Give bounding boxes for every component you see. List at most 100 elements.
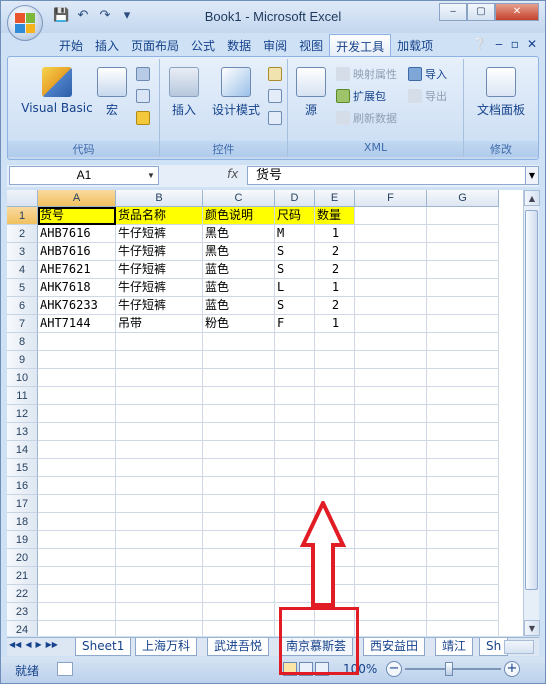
- cell[interactable]: [355, 531, 427, 549]
- cell[interactable]: [427, 477, 499, 495]
- cell[interactable]: [38, 423, 116, 441]
- cell[interactable]: 蓝色: [203, 279, 275, 297]
- cell[interactable]: 牛仔短裤: [116, 279, 203, 297]
- help-icon[interactable]: ❔: [472, 37, 487, 51]
- cell[interactable]: [116, 513, 203, 531]
- cell[interactable]: [116, 369, 203, 387]
- cell[interactable]: [203, 333, 275, 351]
- zoom-in-icon[interactable]: +: [504, 661, 520, 677]
- row-header[interactable]: 15: [7, 459, 38, 477]
- column-header-e[interactable]: E: [315, 190, 355, 207]
- cell[interactable]: [355, 477, 427, 495]
- column-header-f[interactable]: F: [355, 190, 427, 207]
- tab-formulas[interactable]: 公式: [185, 34, 221, 56]
- cell[interactable]: [38, 531, 116, 549]
- source-button[interactable]: 源: [294, 67, 328, 118]
- visual-basic-button[interactable]: Visual Basic: [16, 67, 98, 115]
- cell[interactable]: [355, 207, 427, 225]
- cell[interactable]: [355, 459, 427, 477]
- cell[interactable]: [315, 441, 355, 459]
- properties-icon[interactable]: [268, 67, 282, 81]
- column-header-c[interactable]: C: [203, 190, 275, 207]
- cell[interactable]: [355, 567, 427, 585]
- cell[interactable]: S: [275, 261, 315, 279]
- cell[interactable]: [275, 369, 315, 387]
- cell[interactable]: 吊带: [116, 315, 203, 333]
- cell[interactable]: [116, 603, 203, 621]
- cell[interactable]: 粉色: [203, 315, 275, 333]
- column-header-a[interactable]: A: [38, 190, 116, 207]
- formula-input[interactable]: 货号: [247, 166, 527, 185]
- cell[interactable]: [116, 549, 203, 567]
- cell[interactable]: [38, 513, 116, 531]
- cell[interactable]: L: [275, 279, 315, 297]
- column-header-b[interactable]: B: [116, 190, 203, 207]
- cell[interactable]: [275, 351, 315, 369]
- cell[interactable]: [38, 477, 116, 495]
- ribbon-restore-icon[interactable]: ▫: [511, 37, 519, 51]
- cell[interactable]: [203, 585, 275, 603]
- horizontal-scroll-split[interactable]: [504, 640, 534, 654]
- cell[interactable]: 货号: [38, 207, 116, 225]
- cell[interactable]: 牛仔短裤: [116, 297, 203, 315]
- scroll-down-icon[interactable]: ▼: [524, 620, 540, 636]
- sheet-tab-2[interactable]: 上海万科: [135, 638, 198, 656]
- cell[interactable]: [116, 333, 203, 351]
- map-properties-button[interactable]: 映射属性: [336, 65, 397, 83]
- row-header[interactable]: 7: [7, 315, 38, 333]
- chevron-down-icon[interactable]: ▼: [144, 167, 158, 184]
- cell[interactable]: [427, 279, 499, 297]
- tab-page-layout[interactable]: 页面布局: [125, 34, 185, 56]
- cell[interactable]: [355, 387, 427, 405]
- cell[interactable]: [315, 387, 355, 405]
- redo-icon[interactable]: ↷: [97, 8, 113, 24]
- cell[interactable]: [116, 441, 203, 459]
- cell[interactable]: AHE7621: [38, 261, 116, 279]
- insert-control-button[interactable]: 插入: [164, 67, 204, 118]
- cell[interactable]: [116, 477, 203, 495]
- cell[interactable]: [203, 495, 275, 513]
- cell[interactable]: AHK76233: [38, 297, 116, 315]
- cell[interactable]: 牛仔短裤: [116, 243, 203, 261]
- cell[interactable]: M: [275, 225, 315, 243]
- customize-icon[interactable]: ▾: [119, 8, 135, 24]
- cell[interactable]: [116, 387, 203, 405]
- column-header-g[interactable]: G: [427, 190, 499, 207]
- cell[interactable]: AHK7618: [38, 279, 116, 297]
- cell[interactable]: [203, 513, 275, 531]
- cell[interactable]: [38, 333, 116, 351]
- cell[interactable]: [116, 351, 203, 369]
- row-header[interactable]: 24: [7, 621, 38, 636]
- cell[interactable]: 1: [315, 279, 355, 297]
- next-sheet-icon[interactable]: ▶: [35, 640, 41, 649]
- cell[interactable]: [427, 423, 499, 441]
- undo-icon[interactable]: ↶: [75, 8, 91, 24]
- cell[interactable]: 黑色: [203, 225, 275, 243]
- cell[interactable]: 2: [315, 243, 355, 261]
- zoom-slider-thumb[interactable]: [445, 662, 453, 676]
- sheet-tab-1[interactable]: Sheet1: [75, 638, 132, 656]
- cell[interactable]: [355, 495, 427, 513]
- cell[interactable]: [355, 513, 427, 531]
- cell[interactable]: 牛仔短裤: [116, 225, 203, 243]
- cell[interactable]: S: [275, 243, 315, 261]
- cell[interactable]: [355, 351, 427, 369]
- vertical-scrollbar[interactable]: ▲ ▼: [523, 190, 540, 636]
- view-code-icon[interactable]: [268, 89, 282, 103]
- cell[interactable]: [427, 405, 499, 423]
- cell[interactable]: [38, 405, 116, 423]
- cell[interactable]: [427, 621, 499, 636]
- cell[interactable]: F: [275, 315, 315, 333]
- cell[interactable]: [355, 621, 427, 636]
- row-header[interactable]: 20: [7, 549, 38, 567]
- cell[interactable]: [116, 459, 203, 477]
- cell[interactable]: [315, 351, 355, 369]
- cell[interactable]: 1: [315, 315, 355, 333]
- cell[interactable]: [275, 459, 315, 477]
- macro-record-icon[interactable]: [57, 662, 73, 676]
- cell[interactable]: [275, 423, 315, 441]
- row-header[interactable]: 14: [7, 441, 38, 459]
- ribbon-close-icon[interactable]: ✕: [527, 37, 537, 51]
- cell[interactable]: [116, 585, 203, 603]
- insert-function-button[interactable]: fx: [227, 167, 238, 181]
